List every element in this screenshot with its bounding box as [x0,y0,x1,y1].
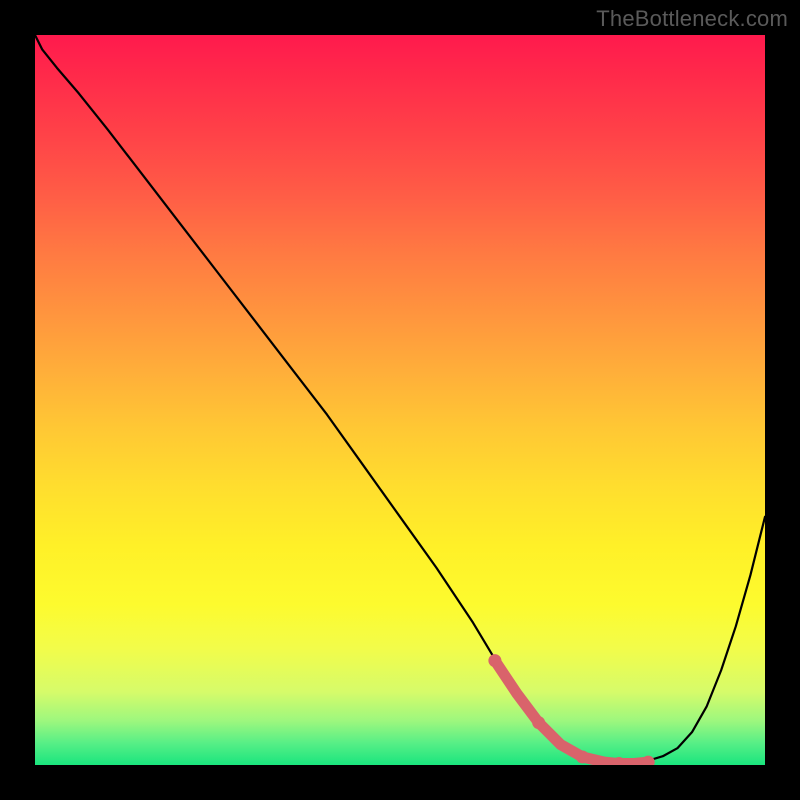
optimum-highlight [495,661,648,764]
watermark-text: TheBottleneck.com [596,6,788,32]
optimum-dot [488,654,501,667]
optimum-dot [642,756,655,765]
plot-area [35,35,765,765]
optimum-dot [532,716,545,729]
chart-svg [35,35,765,765]
optimum-dot [576,750,589,763]
bottleneck-curve [35,35,765,762]
chart-container: TheBottleneck.com [0,0,800,800]
